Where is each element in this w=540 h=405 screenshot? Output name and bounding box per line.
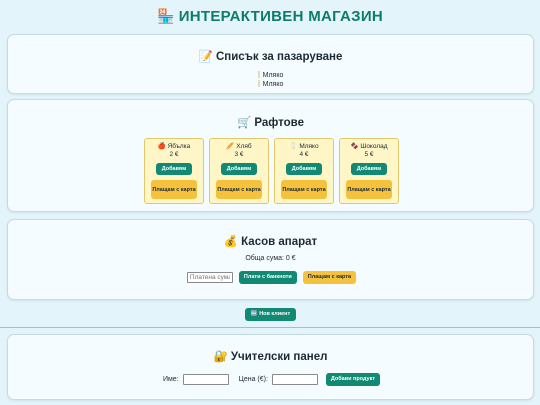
apple-icon: 🍎 bbox=[157, 143, 166, 150]
pay-cash-button[interactable]: Плати с банкноти bbox=[238, 271, 297, 284]
product-name-text: Мляко bbox=[299, 143, 319, 150]
add-button[interactable]: Добавям bbox=[156, 163, 192, 175]
chocolate-icon: 🍫 bbox=[350, 143, 359, 150]
register-controls: Плати с банкноти Плащам с карта bbox=[8, 271, 535, 284]
product-name-text: Хляб bbox=[236, 143, 252, 150]
add-button[interactable]: Добавям bbox=[286, 163, 322, 175]
pay-card-button[interactable]: Плащам с карта bbox=[281, 180, 327, 199]
product-price: 4 € bbox=[299, 151, 309, 158]
cart-icon: 🛒 bbox=[237, 117, 252, 129]
store-icon: 🏪 bbox=[156, 8, 175, 24]
name-label: Име: bbox=[162, 376, 179, 383]
shopping-list-panel: 📝 Списък за пазаруване Мляко Мляко bbox=[7, 34, 534, 94]
teacher-title: 🔐 Учителски панел bbox=[8, 349, 533, 363]
bread-icon: 🥖 bbox=[226, 143, 235, 150]
shelves-panel: 🛒 Рафтове 🍎 Ябълка 2 € Добавям Плащам с к… bbox=[7, 99, 534, 212]
list-item: Мляко bbox=[8, 80, 533, 89]
paid-amount-input[interactable] bbox=[186, 272, 233, 283]
add-product-button[interactable]: Добави продукт bbox=[325, 373, 381, 386]
register-title-text: Касов апарат bbox=[241, 236, 318, 248]
new-client-label: Нов клиент bbox=[259, 311, 291, 317]
page-title-text: ИНТЕРАКТИВЕН МАГАЗИН bbox=[178, 8, 384, 25]
shopping-list-title-text: Списък за пазаруване bbox=[215, 51, 343, 63]
teacher-controls: Име: Цена (€): Добави продукт bbox=[8, 373, 535, 386]
memo-icon: 📝 bbox=[198, 51, 213, 63]
divider bbox=[0, 327, 540, 328]
price-label: Цена (€): bbox=[238, 376, 268, 383]
pay-card-button[interactable]: Плащам с карта bbox=[346, 180, 392, 199]
shelves-title: 🛒 Рафтове bbox=[8, 115, 533, 129]
list-item-label: Мляко bbox=[262, 72, 284, 79]
shopping-list-title: 📝 Списък за пазаруване bbox=[8, 49, 533, 63]
product-card-bread: 🥖 Хляб 3 € Добавям Плащам с карта bbox=[209, 138, 269, 204]
new-icon: 🆕 bbox=[250, 311, 258, 317]
product-name: 🍫 Шоколад bbox=[340, 143, 398, 151]
money-bag-icon: 💰 bbox=[223, 236, 239, 248]
pay-card-button[interactable]: Плащам с карта bbox=[216, 180, 262, 199]
product-name: 🥖 Хляб bbox=[210, 143, 268, 151]
list-item: Мляко bbox=[8, 71, 533, 80]
list-item-label: Мляко bbox=[262, 81, 284, 88]
product-card-apple: 🍎 Ябълка 2 € Добавям Плащам с карта bbox=[144, 138, 204, 204]
milk-icon bbox=[257, 71, 260, 78]
milk-icon: 🥛 bbox=[289, 143, 298, 150]
add-button[interactable]: Добавям bbox=[351, 163, 387, 175]
product-price: 2 € bbox=[169, 151, 179, 158]
shelves-title-text: Рафтове bbox=[254, 117, 304, 129]
register-title: 💰 Касов апарат bbox=[8, 234, 533, 248]
teacher-panel: 🔐 Учителски панел Име: Цена (€): Добави п… bbox=[7, 334, 534, 400]
total-amount: Обща сума: 0 € bbox=[245, 255, 296, 262]
product-name: 🥛 Мляко bbox=[275, 143, 333, 151]
shopping-list: Мляко Мляко bbox=[8, 71, 533, 89]
add-button[interactable]: Добавям bbox=[221, 163, 257, 175]
product-name: 🍎 Ябълка bbox=[145, 143, 203, 151]
product-card-chocolate: 🍫 Шоколад 5 € Добавям Плащам с карта bbox=[339, 138, 399, 204]
product-price-input[interactable] bbox=[271, 374, 318, 385]
teacher-title-text: Учителски панел bbox=[230, 351, 328, 363]
lock-icon: 🔐 bbox=[213, 351, 228, 363]
product-price: 5 € bbox=[364, 151, 374, 158]
register-panel: 💰Касов апарат Обща сума: 0 € Плати с бан… bbox=[7, 219, 534, 300]
shelves-grid: 🍎 Ябълка 2 € Добавям Плащам с карта 🥖 Хл… bbox=[8, 138, 535, 204]
product-card-milk: 🥛 Мляко 4 € Добавям Плащам с карта bbox=[274, 138, 334, 204]
page-title: 🏪 ИНТЕРАКТИВЕН МАГАЗИН bbox=[0, 8, 540, 25]
product-name-text: Шоколад bbox=[360, 143, 388, 150]
milk-icon bbox=[257, 80, 260, 87]
product-price: 3 € bbox=[234, 151, 244, 158]
product-name-text: Ябълка bbox=[167, 143, 191, 150]
pay-card-button[interactable]: Плащам с карта bbox=[151, 180, 197, 199]
register-pay-card-button[interactable]: Плащам с карта bbox=[302, 271, 357, 284]
new-client-button[interactable]: 🆕 Нов клиент bbox=[245, 308, 296, 321]
product-name-input[interactable] bbox=[182, 374, 229, 385]
